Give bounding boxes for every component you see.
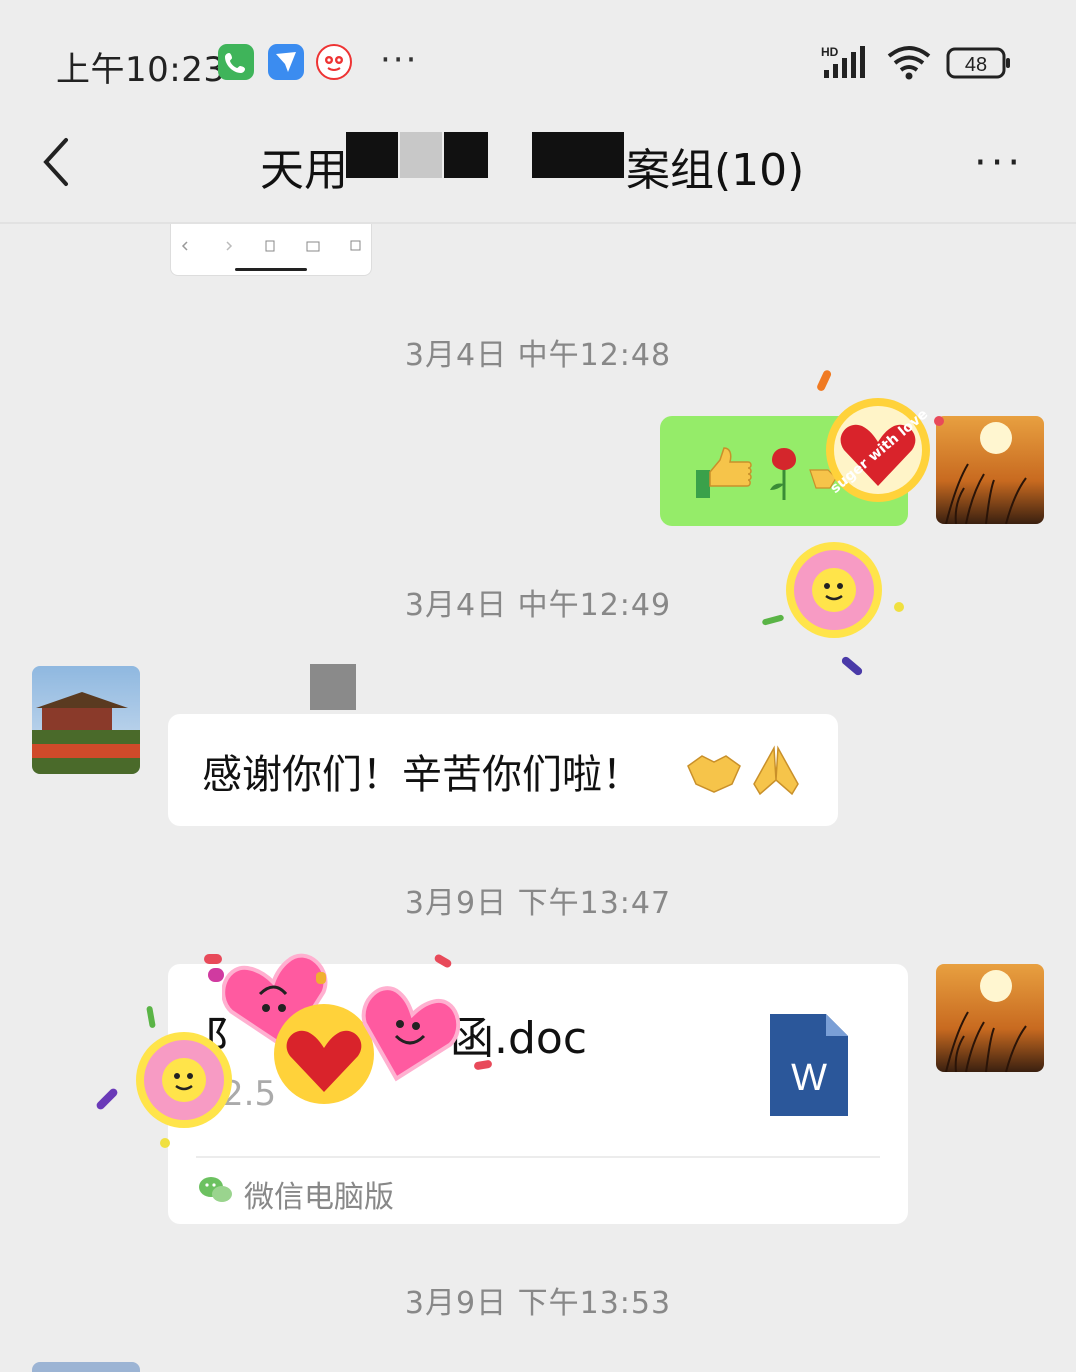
confetti-piece <box>760 612 786 626</box>
confetti-piece <box>144 1004 158 1030</box>
redaction-block <box>310 664 356 710</box>
mascot-app-icon <box>316 44 352 80</box>
confetti-piece <box>208 968 224 982</box>
smiley-sticker <box>784 540 884 640</box>
confetti-piece <box>894 602 904 612</box>
chat-title-suffix[interactable]: 案组(10) <box>626 134 804 198</box>
my-avatar[interactable] <box>936 964 1044 1072</box>
redaction-block <box>444 132 488 178</box>
redaction-block <box>532 132 624 178</box>
hd-label: HD <box>821 45 839 59</box>
heart-smiley-sticker <box>356 980 461 1084</box>
redaction-block <box>400 132 442 178</box>
confetti-piece <box>160 1138 170 1148</box>
redaction-block <box>346 132 398 178</box>
confetti-piece <box>472 1056 494 1070</box>
confetti-piece <box>316 972 326 984</box>
confetti-piece <box>432 952 454 970</box>
file-name: 函.doc <box>450 1013 588 1064</box>
chat-title[interactable]: 天用 <box>260 134 348 198</box>
status-overflow-icon: ··· <box>380 40 419 80</box>
more-options-button[interactable]: ··· <box>974 140 1024 186</box>
pray-hands-emoji-icon <box>748 744 804 798</box>
confetti-piece <box>204 954 222 964</box>
message-timestamp: 3月9日 下午13:53 <box>404 1286 672 1321</box>
battery-level: 48 <box>965 54 987 76</box>
confetti-piece <box>92 1084 122 1114</box>
message-timestamp: 3月4日 中午12:48 <box>404 338 672 373</box>
my-avatar[interactable] <box>936 416 1044 524</box>
smiley-sticker <box>134 1030 234 1130</box>
confetti-piece <box>934 416 944 426</box>
wechat-pc-icon <box>198 1174 234 1206</box>
sugar-with-love-sticker: suger with love <box>822 394 934 506</box>
phone-app-icon <box>218 44 254 80</box>
word-letter: W <box>791 1057 827 1099</box>
thumbs-up-emoji-icon <box>694 444 754 500</box>
confetti-piece <box>816 368 834 394</box>
sender-avatar[interactable] <box>32 666 140 774</box>
status-time: 上午10:23 <box>56 50 226 90</box>
message-text: 感谢你们！辛苦你们啦！ <box>202 752 642 798</box>
battery-icon: 48 <box>946 46 1012 80</box>
messenger-app-icon <box>268 44 304 80</box>
handshake-emoji-icon <box>684 748 744 796</box>
signal-icon: HD <box>820 44 874 80</box>
file-source-label: 微信电脑版 <box>244 1180 394 1215</box>
message-timestamp: 3月9日 下午13:47 <box>404 886 672 921</box>
shared-screenshot-image[interactable] <box>170 224 372 276</box>
message-timestamp: 3月4日 中午12:49 <box>404 588 672 623</box>
back-button[interactable] <box>36 132 76 192</box>
wifi-icon <box>886 44 932 80</box>
sender-avatar[interactable] <box>32 1362 140 1372</box>
confetti-piece <box>838 652 866 680</box>
rose-emoji-icon <box>764 444 804 502</box>
card-divider <box>196 1156 880 1158</box>
word-document-icon: W <box>770 1014 848 1116</box>
nav-divider <box>0 222 1076 224</box>
